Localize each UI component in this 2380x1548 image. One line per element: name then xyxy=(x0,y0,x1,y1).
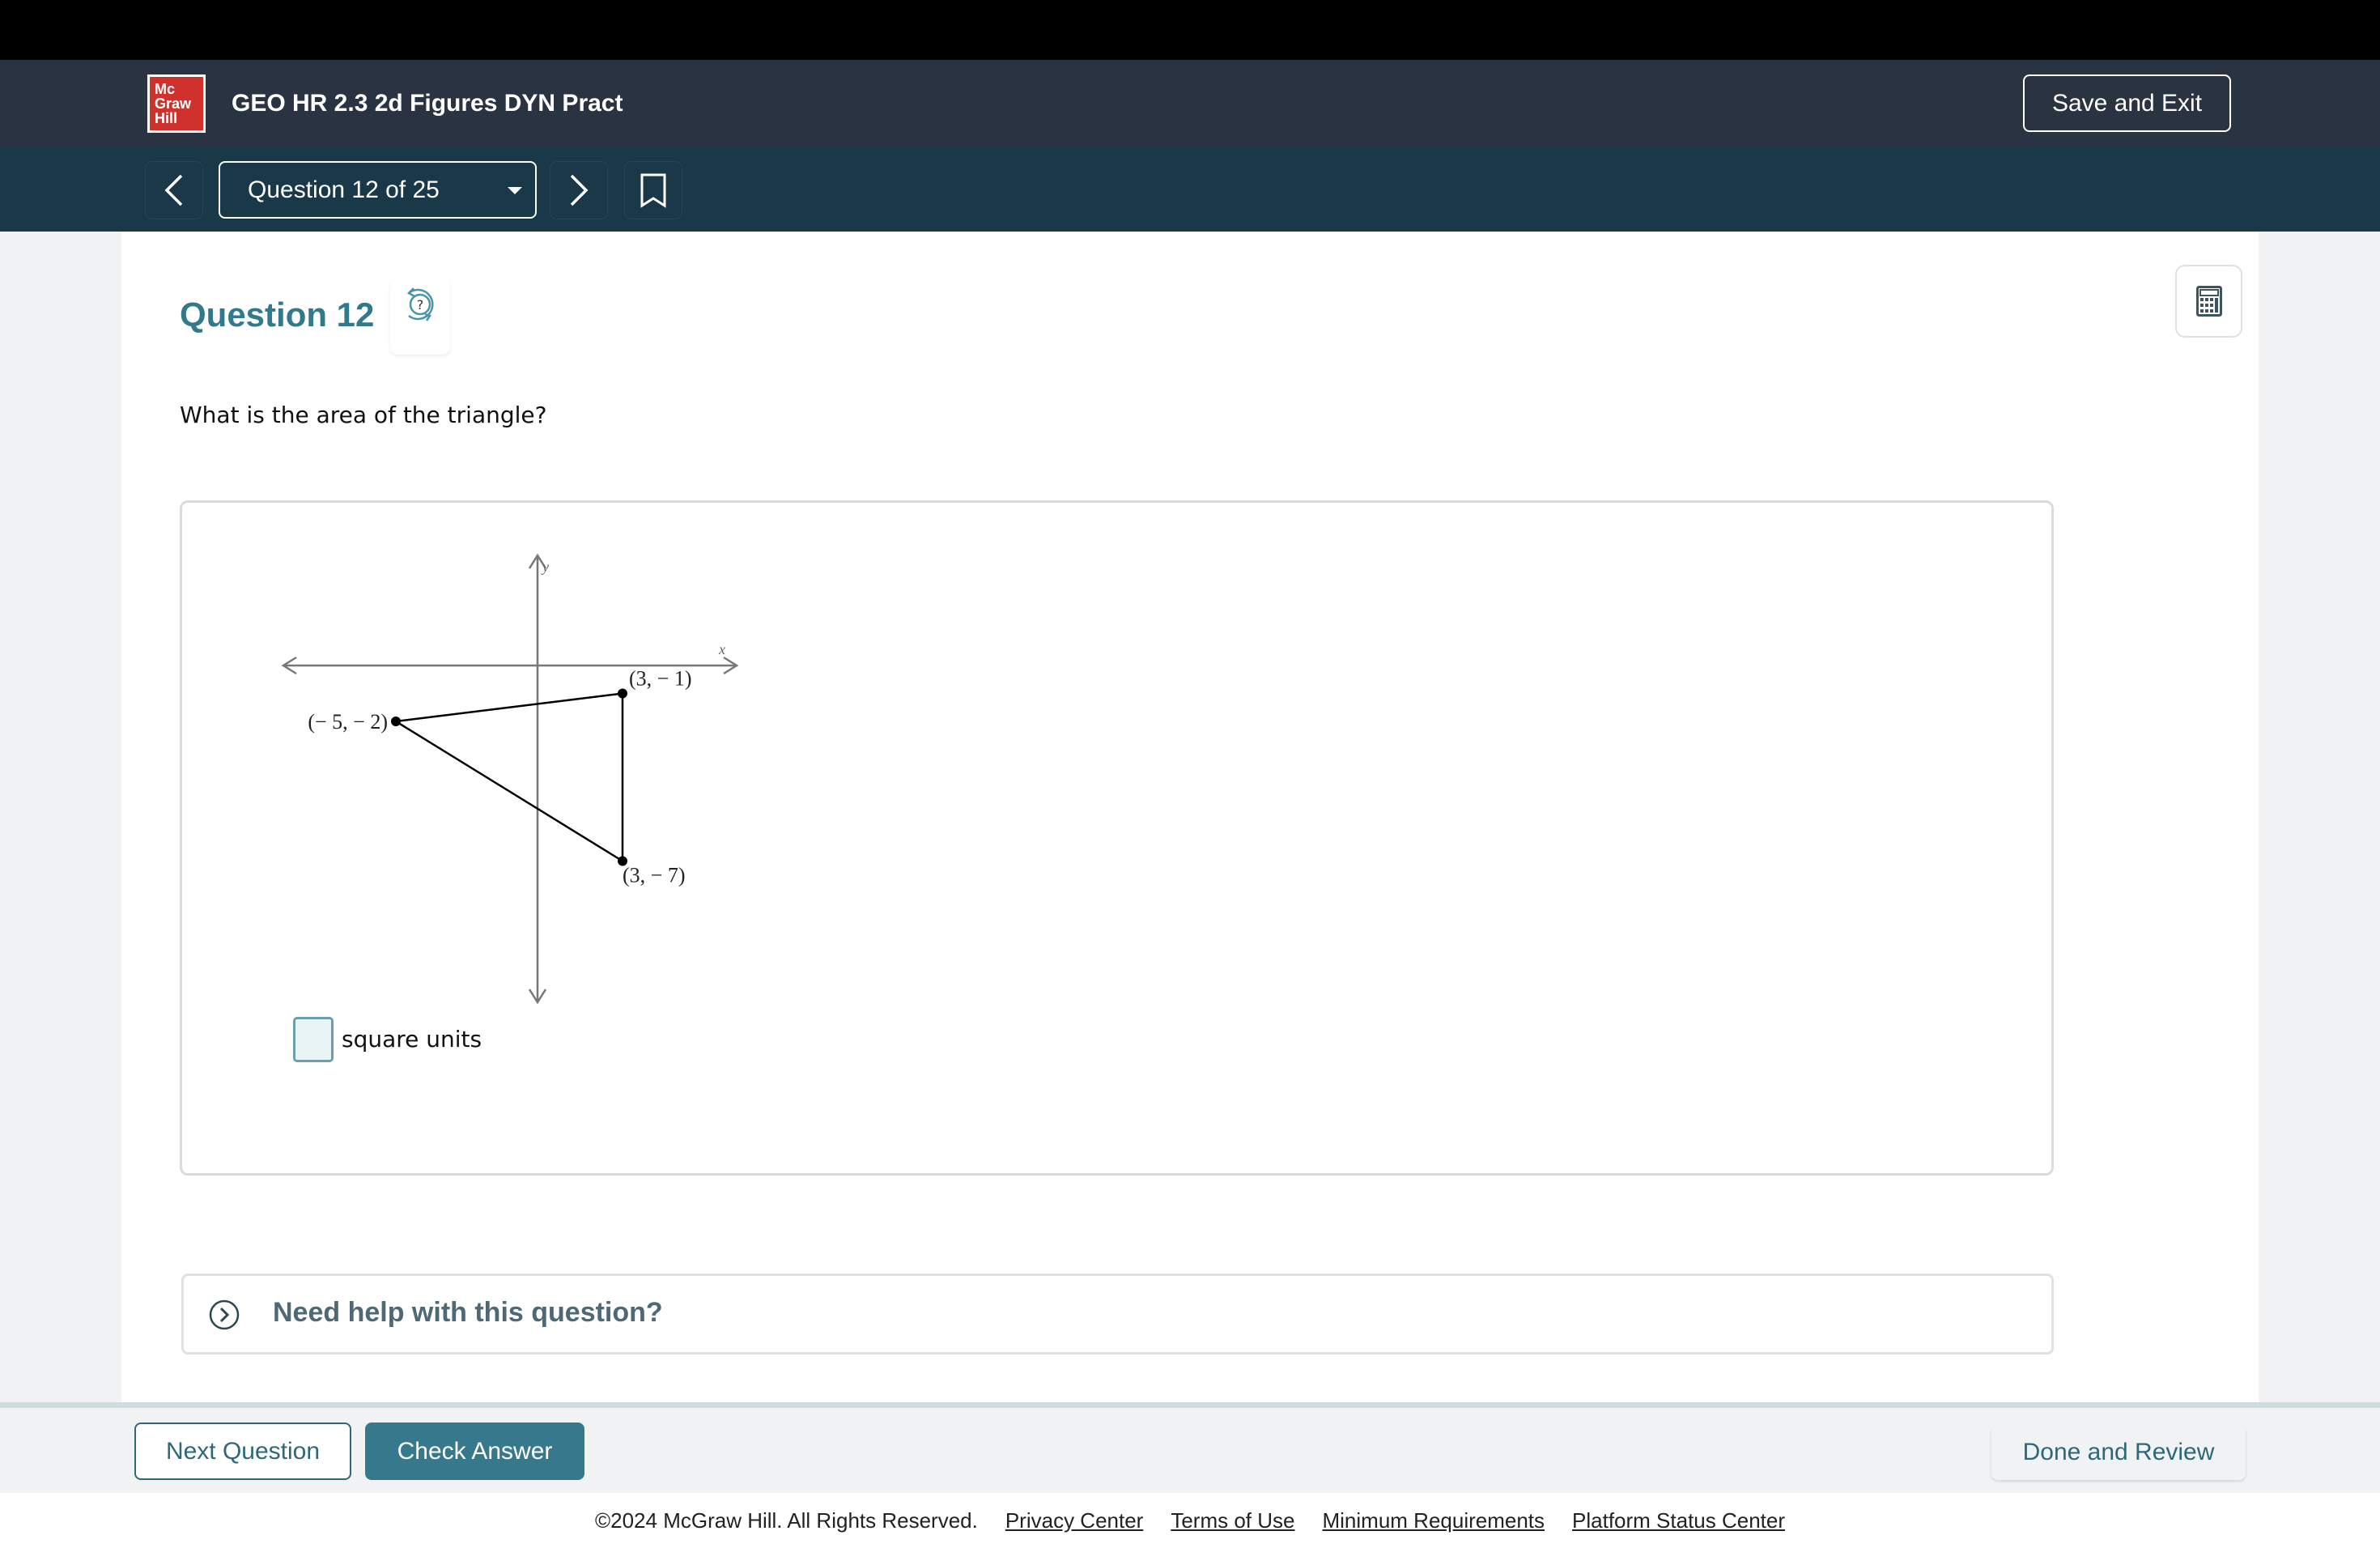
caret-down-icon xyxy=(508,187,522,194)
terms-of-use-link[interactable]: Terms of Use xyxy=(1171,1508,1294,1533)
privacy-center-link[interactable]: Privacy Center xyxy=(1005,1508,1144,1533)
copyright-text: ©2024 McGraw Hill. All Rights Reserved. xyxy=(594,1508,978,1533)
assignment-title: GEO HR 2.3 2d Figures DYN Pract xyxy=(232,90,623,117)
chevron-circle-right-icon xyxy=(209,1299,240,1330)
logo-line: Hill xyxy=(155,110,178,126)
logo-line: Mc xyxy=(155,81,176,97)
legal-footer: ©2024 McGraw Hill. All Rights Reserved. … xyxy=(0,1493,2380,1548)
x-axis-label: x xyxy=(718,641,725,657)
next-question-arrow-button[interactable] xyxy=(550,162,607,219)
bookmark-button[interactable] xyxy=(625,162,682,219)
need-help-expander[interactable]: Need help with this question? xyxy=(181,1274,2054,1354)
previous-question-button[interactable] xyxy=(146,162,202,219)
question-hint-button[interactable]: ? xyxy=(390,277,450,355)
system-top-bar xyxy=(0,0,2380,60)
vertex-point xyxy=(391,717,401,726)
question-selector-dropdown[interactable]: Question 12 of 25 xyxy=(219,161,537,219)
check-answer-button[interactable]: Check Answer xyxy=(365,1423,584,1480)
save-and-exit-button[interactable]: Save and Exit xyxy=(2023,74,2231,132)
chevron-left-icon xyxy=(164,174,183,206)
answer-unit-label: square units xyxy=(342,1026,482,1053)
mcgraw-hill-logo: Mc Graw Hill xyxy=(147,74,206,133)
calculator-button[interactable] xyxy=(2175,265,2242,338)
question-heading: Question 12 xyxy=(180,296,375,334)
calculator-icon xyxy=(2195,286,2222,317)
svg-text:?: ? xyxy=(417,297,424,313)
chevron-right-icon xyxy=(570,174,589,206)
bookmark-icon xyxy=(640,173,666,208)
vertex-label: (− 5, − 2) xyxy=(308,710,388,734)
triangle xyxy=(393,692,624,863)
minimum-requirements-link[interactable]: Minimum Requirements xyxy=(1323,1508,1545,1533)
question-prompt: What is the area of the triangle? xyxy=(180,402,547,428)
need-help-label: Need help with this question? xyxy=(273,1297,663,1328)
question-selector-label: Question 12 of 25 xyxy=(248,176,440,203)
vertex-point xyxy=(618,688,627,699)
y-axis-label: y xyxy=(541,559,549,575)
question-refresh-icon: ? xyxy=(406,287,434,321)
logo-line: Graw xyxy=(155,96,192,112)
vertex-label: (3, − 1) xyxy=(629,667,691,691)
vertex-label: (3, − 7) xyxy=(623,864,685,887)
coordinate-graph: x y (− 5, − 2) (3, − 1) (3, − 7) xyxy=(281,553,739,1005)
next-question-button[interactable]: Next Question xyxy=(134,1423,351,1480)
area-answer-input[interactable] xyxy=(293,1017,334,1062)
platform-status-link[interactable]: Platform Status Center xyxy=(1572,1508,1785,1533)
done-and-review-button[interactable]: Done and Review xyxy=(1991,1425,2246,1480)
